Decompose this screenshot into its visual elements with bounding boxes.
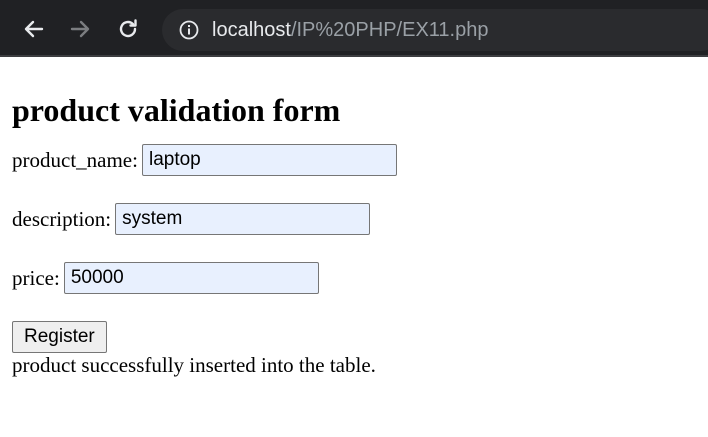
address-bar[interactable]: localhost/IP%20PHP/EX11.php [162, 9, 708, 51]
description-row: description: [12, 203, 696, 235]
register-button[interactable]: Register [12, 321, 107, 353]
browser-toolbar: localhost/IP%20PHP/EX11.php [0, 0, 708, 57]
price-row: price: [12, 262, 696, 294]
status-message: product successfully inserted into the t… [12, 353, 376, 377]
url-host: localhost [212, 18, 291, 41]
product-name-label: product_name: [12, 147, 138, 172]
info-icon[interactable] [178, 19, 200, 41]
url-text: localhost/IP%20PHP/EX11.php [212, 19, 488, 42]
arrow-right-icon [70, 20, 90, 38]
product-name-input[interactable] [141, 144, 397, 176]
price-input[interactable] [63, 262, 319, 294]
reload-icon [119, 19, 137, 38]
reload-button[interactable] [112, 13, 144, 45]
price-label: price: [12, 265, 60, 290]
page-title: product validation form [12, 92, 341, 128]
url-path: /IP%20PHP/EX11.php [290, 18, 489, 41]
forward-button[interactable] [64, 13, 96, 45]
back-button[interactable] [18, 13, 50, 45]
description-label: description: [12, 206, 112, 231]
product-name-row: product_name: [12, 144, 696, 176]
page-content: product validation form product_name: de… [0, 91, 708, 377]
description-input[interactable] [115, 203, 371, 235]
arrow-left-icon [24, 20, 44, 38]
